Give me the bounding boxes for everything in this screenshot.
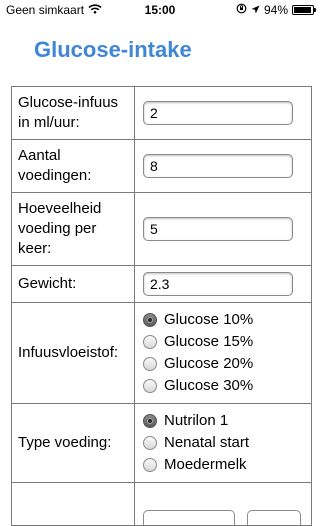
radio-moedermelk[interactable] [143, 458, 157, 472]
reset-button[interactable] [247, 510, 302, 525]
label-infuus: Glucose-infuus in ml/uur: [11, 86, 135, 140]
battery-icon [292, 5, 316, 15]
row-gewicht: Gewicht: [11, 265, 312, 303]
row-hoeveelheid: Hoeveelheid voeding per keer: [11, 192, 312, 266]
status-right: 94% [236, 3, 316, 17]
radio-glucose-30[interactable] [143, 379, 157, 393]
cell-infuus [134, 86, 312, 140]
option-moedermelk[interactable]: Moedermelk [141, 454, 305, 476]
row-type-voeding: Type voeding: Nutrilon 1 Nenatal start M… [11, 403, 312, 483]
option-label: Glucose 20% [164, 355, 254, 372]
label-aantal: Aantal voedingen: [11, 139, 135, 193]
cell-hoeveelheid [134, 192, 312, 266]
option-nutrilon-1[interactable]: Nutrilon 1 [141, 410, 305, 432]
battery-percent: 94% [263, 3, 288, 17]
radio-glucose-10[interactable] [143, 313, 157, 327]
aantal-input[interactable] [143, 154, 293, 178]
cell-aantal [134, 139, 312, 193]
type-voeding-options: Nutrilon 1 Nenatal start Moedermelk [134, 403, 312, 483]
cell-buttons-left [11, 482, 135, 526]
label-hoeveelheid: Hoeveelheid voeding per keer: [11, 192, 135, 266]
option-label: Nenatal start [164, 434, 250, 451]
calculate-button[interactable] [143, 510, 235, 525]
option-label: Glucose 10% [164, 311, 254, 328]
radio-glucose-20[interactable] [143, 357, 157, 371]
hoeveelheid-input[interactable] [143, 217, 293, 241]
option-glucose-10[interactable]: Glucose 10% [141, 309, 305, 331]
row-buttons [11, 482, 312, 526]
row-infuus: Glucose-infuus in ml/uur: [11, 86, 312, 140]
radio-nutrilon-1[interactable] [143, 414, 157, 428]
label-type-voeding: Type voeding: [11, 403, 135, 483]
status-left: Geen simkaart [6, 3, 102, 17]
option-label: Glucose 15% [164, 333, 254, 350]
rotation-lock-icon [236, 3, 247, 17]
option-nenatal-start[interactable]: Nenatal start [141, 432, 305, 454]
intake-form: Glucose-infuus in ml/uur: Aantal voeding… [11, 86, 312, 526]
carrier-text: Geen simkaart [6, 3, 85, 17]
radio-glucose-15[interactable] [143, 335, 157, 349]
row-aantal: Aantal voedingen: [11, 139, 312, 193]
option-glucose-30[interactable]: Glucose 30% [141, 375, 305, 397]
page-title: Glucose-intake [34, 37, 192, 62]
option-glucose-20[interactable]: Glucose 20% [141, 353, 305, 375]
cell-buttons [134, 482, 312, 526]
option-label: Glucose 30% [164, 377, 254, 394]
location-icon [251, 3, 260, 17]
option-label: Moedermelk [164, 456, 247, 473]
option-label: Nutrilon 1 [164, 412, 229, 429]
wifi-icon [88, 3, 102, 17]
label-gewicht: Gewicht: [11, 265, 135, 303]
label-infuusvloeistof: Infuusvloeistof: [11, 302, 135, 404]
radio-nenatal-start[interactable] [143, 436, 157, 450]
row-infuusvloeistof: Infuusvloeistof: Glucose 10% Glucose 15%… [11, 302, 312, 404]
infuus-input[interactable] [143, 101, 293, 125]
gewicht-input[interactable] [143, 272, 293, 296]
option-glucose-15[interactable]: Glucose 15% [141, 331, 305, 353]
cell-gewicht [134, 265, 312, 303]
infuusvloeistof-options: Glucose 10% Glucose 15% Glucose 20% Gluc… [134, 302, 312, 404]
status-bar: Geen simkaart 15:00 94% [0, 0, 320, 20]
